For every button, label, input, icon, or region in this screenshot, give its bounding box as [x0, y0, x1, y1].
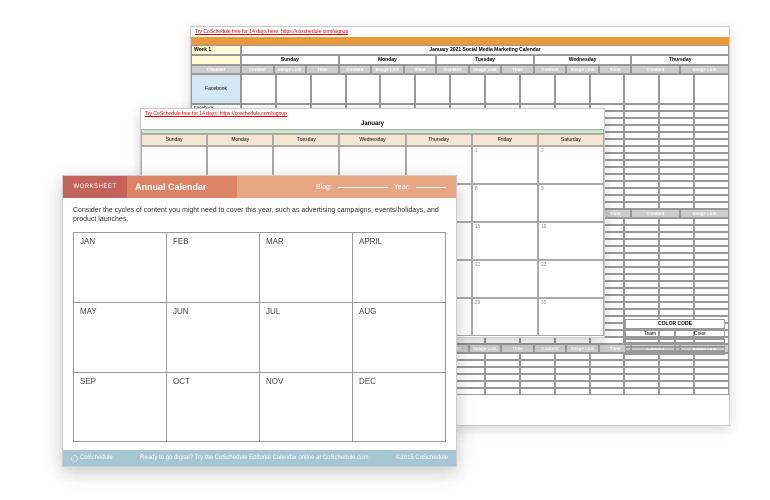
month-cell[interactable]: JAN [74, 233, 167, 303]
color-code-title: COLOR CODE [625, 319, 725, 329]
calendar-cell[interactable]: 23 [538, 260, 604, 298]
calendar-cell[interactable]: 30 [538, 298, 604, 336]
week-label: Week 1 [191, 45, 241, 55]
day-header: Thursday [631, 55, 729, 65]
color-code-legend: COLOR CODE TeamColor [625, 319, 725, 355]
month-cell[interactable]: AUG [353, 303, 446, 373]
gear-icon [71, 455, 78, 462]
annual-calendar-worksheet: WORKSHEET Annual Calendar Blog: Year: Co… [62, 175, 457, 467]
footer-copyright: ©2015 CoSchedule [396, 455, 448, 461]
month-cell[interactable]: JUL [260, 303, 353, 373]
subcol: Image Link [566, 65, 599, 74]
subcol: Image Link [371, 65, 404, 74]
subcol: Image Link [469, 344, 502, 353]
calendar-cell[interactable]: 15 [472, 222, 538, 260]
subcol: Time [306, 65, 339, 74]
day-header: Wednesday [534, 55, 632, 65]
subcol: Image Link [680, 65, 729, 74]
day-header: Wednesday [339, 134, 405, 146]
month-cell[interactable]: APRIL [353, 233, 446, 303]
day-header: Sunday [241, 55, 339, 65]
trial-link[interactable]: Try CoSchedule free for 14 days: https:/… [141, 109, 604, 119]
blog-label: Blog: [316, 184, 332, 191]
subcol: Content [631, 65, 680, 74]
month-title: January [141, 119, 604, 129]
calendar-cell[interactable]: 29 [472, 298, 538, 336]
subcol: Content [534, 344, 567, 353]
calendar-cell[interactable]: 2 [538, 146, 604, 184]
month-cell[interactable]: MAY [74, 303, 167, 373]
subcol: Time [501, 344, 534, 353]
month-cell[interactable]: FEB [167, 233, 260, 303]
day-header: Tuesday [273, 134, 339, 146]
calendar-cell[interactable]: 22 [472, 260, 538, 298]
trial-link[interactable]: Try CoSchedule free for 14 days here: ht… [191, 27, 729, 37]
blog-input-line[interactable] [338, 187, 388, 188]
calendar-title: January 2021 Social Media Marketing Cale… [241, 45, 729, 55]
color-code-col: Team [625, 329, 675, 339]
day-header: Thursday [406, 134, 472, 146]
year-label: Year: [394, 184, 410, 191]
color-code-col: Color [675, 329, 725, 339]
subcol: Image Link [566, 344, 599, 353]
year-input-line[interactable] [416, 187, 446, 188]
subcol: Time [599, 65, 632, 74]
subcol: Image Link [680, 209, 729, 218]
subcol: Content [631, 209, 680, 218]
orange-divider [191, 37, 729, 45]
month-cell[interactable]: NOV [260, 373, 353, 443]
subcol: Content [534, 65, 567, 74]
day-header: Friday [472, 134, 538, 146]
subcol: Time [501, 65, 534, 74]
calendar-cell[interactable]: 8 [472, 184, 538, 222]
subcol: Content [339, 65, 372, 74]
month-cell[interactable]: MAR [260, 233, 353, 303]
day-header: Monday [207, 134, 273, 146]
day-header: Sunday [141, 134, 207, 146]
channel-row-facebook: Facebook [191, 74, 241, 104]
subcol: Content [436, 65, 469, 74]
subcol: Image Link [274, 65, 307, 74]
month-cell[interactable]: DEC [353, 373, 446, 443]
day-header: Tuesday [436, 55, 534, 65]
day-header: Monday [339, 55, 437, 65]
calendar-cell[interactable]: 1 [472, 146, 538, 184]
channel-header [191, 55, 241, 65]
subcol: Image Link [469, 65, 502, 74]
calendar-cell[interactable]: 16 [538, 222, 604, 260]
brand-logo: CoSchedule [71, 455, 113, 462]
worksheet-description: Consider the cycles of content you might… [63, 198, 456, 232]
calendar-cell[interactable]: 9 [538, 184, 604, 222]
channel-header-label: Channel [191, 65, 241, 74]
month-cell[interactable]: OCT [167, 373, 260, 443]
day-header: Saturday [538, 134, 604, 146]
worksheet-badge: WORKSHEET [63, 176, 127, 198]
subcol: Time [404, 65, 437, 74]
footer-text: Ready to go digital? Try the CoSchedule … [119, 455, 390, 461]
subcol: Content [241, 65, 274, 74]
month-cell[interactable]: JUN [167, 303, 260, 373]
worksheet-title: Annual Calendar [127, 176, 237, 198]
month-cell[interactable]: SEP [74, 373, 167, 443]
